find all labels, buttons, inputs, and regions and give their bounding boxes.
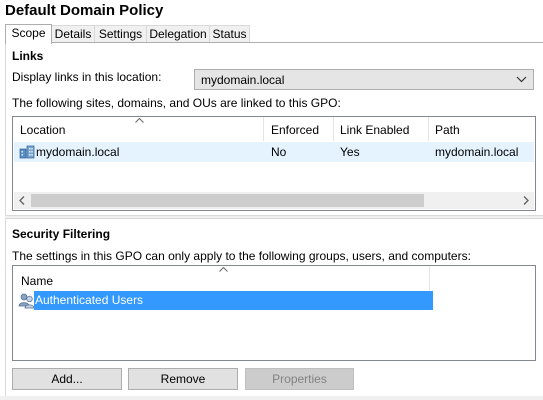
- location-dropdown-value: mydomain.local: [201, 73, 285, 87]
- table-row[interactable]: Authenticated Users: [16, 291, 433, 310]
- table-row[interactable]: mydomain.local No Yes mydomain.local: [14, 142, 534, 162]
- tab-settings[interactable]: Settings: [94, 25, 147, 42]
- chevron-down-icon: [516, 76, 527, 83]
- pane-splitter[interactable]: [5, 215, 543, 219]
- security-filtering-list[interactable]: Name Authenticated Users: [12, 265, 536, 361]
- security-filtering-title: Security Filtering: [12, 227, 111, 241]
- sort-up-icon: [135, 118, 144, 123]
- display-links-label: Display links in this location:: [12, 70, 162, 84]
- scrollbar-thumb[interactable]: [31, 194, 424, 207]
- column-divider[interactable]: [429, 266, 430, 290]
- column-header-location[interactable]: Location: [20, 123, 65, 137]
- cell-name: Authenticated Users: [34, 291, 433, 310]
- links-section-title: Links: [12, 49, 44, 63]
- scroll-right-icon[interactable]: [517, 192, 534, 209]
- column-divider[interactable]: [333, 117, 334, 141]
- location-dropdown[interactable]: mydomain.local: [194, 69, 534, 90]
- cell-location: mydomain.local: [36, 145, 120, 159]
- column-divider[interactable]: [263, 117, 264, 141]
- scroll-left-icon[interactable]: [14, 192, 31, 209]
- column-header-link-enabled[interactable]: Link Enabled: [340, 123, 409, 137]
- tab-status[interactable]: Status: [209, 25, 250, 42]
- column-header-name[interactable]: Name: [21, 274, 53, 288]
- column-divider[interactable]: [428, 117, 429, 141]
- domain-icon: [19, 145, 35, 159]
- tab-delegation[interactable]: Delegation: [146, 25, 210, 42]
- cell-path: mydomain.local: [435, 145, 519, 159]
- sort-up-icon: [219, 267, 228, 272]
- column-header-enforced[interactable]: Enforced: [271, 123, 319, 137]
- bottom-border: [0, 396, 543, 400]
- tab-details[interactable]: Details: [51, 25, 95, 42]
- column-header-path[interactable]: Path: [435, 123, 460, 137]
- cell-enforced: No: [271, 145, 287, 159]
- users-icon: [18, 293, 35, 309]
- add-button[interactable]: Add...: [12, 368, 122, 390]
- properties-button[interactable]: Properties: [245, 368, 354, 390]
- links-list[interactable]: Location Enforced Link Enabled Path mydo…: [12, 116, 536, 211]
- security-filtering-description: The settings in this GPO can only apply …: [12, 249, 471, 263]
- tab-scope[interactable]: Scope: [5, 24, 52, 44]
- remove-button[interactable]: Remove: [128, 368, 238, 390]
- cell-link-enabled: Yes: [340, 145, 360, 159]
- window-title: Default Domain Policy: [5, 2, 164, 19]
- links-description: The following sites, domains, and OUs ar…: [12, 96, 341, 110]
- links-horizontal-scrollbar[interactable]: [14, 192, 534, 209]
